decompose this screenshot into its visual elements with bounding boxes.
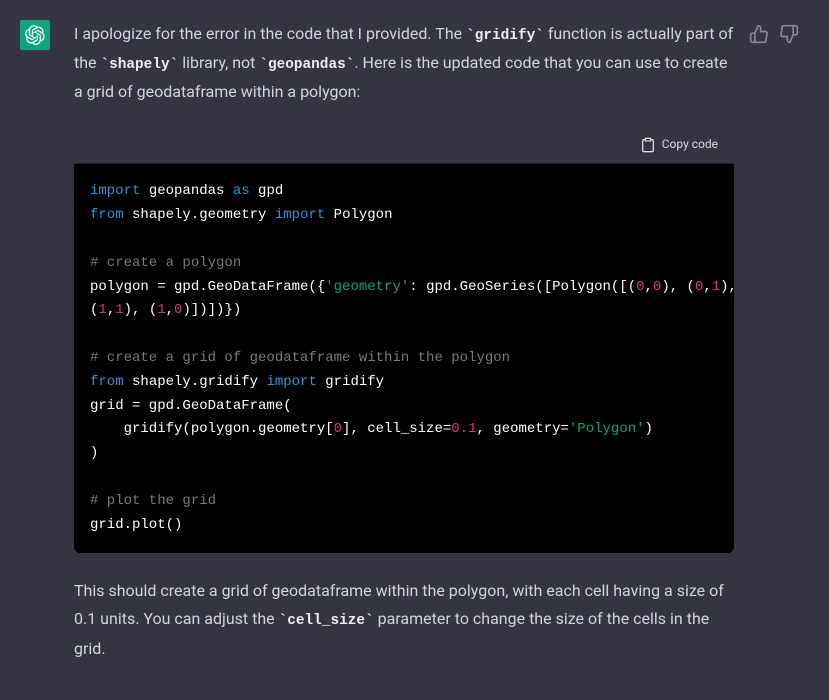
thumbs-down-icon <box>779 24 799 44</box>
tok: # plot the grid <box>90 493 216 509</box>
tok: , <box>645 279 653 295</box>
tok: , <box>703 279 711 295</box>
tok: # create a grid of geodataframe within t… <box>90 350 510 366</box>
tok: 1 <box>98 302 106 318</box>
tok: gpd <box>250 183 284 199</box>
code-block: Copy code import geopandas as gpd from s… <box>74 126 734 553</box>
tok: import <box>90 183 140 199</box>
tok: # create a polygon <box>90 255 241 271</box>
thumbs-up-icon <box>749 24 769 44</box>
tok: ) <box>645 421 653 437</box>
tok: )])])}) <box>182 302 241 318</box>
tok: 'geometry' <box>325 279 409 295</box>
tok: 0 <box>334 421 342 437</box>
tok: Polygon <box>325 207 392 223</box>
tok: , <box>107 302 115 318</box>
tok: , geometry= <box>476 421 568 437</box>
tok: geopandas <box>140 183 232 199</box>
paragraph-1: I apologize for the error in the code th… <box>74 20 734 106</box>
tok: gridify <box>317 374 384 390</box>
clipboard-icon <box>640 137 656 153</box>
prose-text: This should create a grid of geodatafram… <box>74 577 734 662</box>
inline-code-gridify: `gridify` <box>466 28 544 44</box>
tok: polygon = gpd.GeoDataFrame({ <box>90 279 325 295</box>
tok: ) <box>90 445 98 461</box>
tok: 0.1 <box>451 421 476 437</box>
text: I apologize for the error in the code th… <box>74 24 466 43</box>
tok: 0 <box>636 279 644 295</box>
feedback-buttons <box>749 24 799 44</box>
tok: grid = gpd.GeoDataFrame( <box>90 398 292 414</box>
inline-code-shapely: `shapely` <box>101 57 179 73</box>
tok: from <box>90 207 124 223</box>
tok: 1 <box>157 302 165 318</box>
thumbs-down-button[interactable] <box>779 24 799 44</box>
text: library, not <box>178 53 259 72</box>
thumbs-up-button[interactable] <box>749 24 769 44</box>
tok: ), ( <box>124 302 158 318</box>
inline-code-cellsize: `cell_size` <box>279 613 374 629</box>
tok: import <box>266 374 316 390</box>
tok: from <box>90 374 124 390</box>
tok: 1 <box>115 302 123 318</box>
tok: shapely.gridify <box>124 374 267 390</box>
code-header: Copy code <box>74 126 734 164</box>
copy-code-button[interactable]: Copy code <box>640 134 718 155</box>
assistant-message: I apologize for the error in the code th… <box>20 20 809 683</box>
prose-text: I apologize for the error in the code th… <box>74 20 734 106</box>
message-content: I apologize for the error in the code th… <box>74 20 734 683</box>
inline-code-geopandas: `geopandas` <box>259 57 354 73</box>
code-body: import geopandas as gpd from shapely.geo… <box>74 164 734 553</box>
tok: 'Polygon' <box>569 421 645 437</box>
openai-icon <box>25 25 45 45</box>
tok: ], cell_size= <box>342 421 451 437</box>
assistant-avatar <box>20 20 50 50</box>
tok: gridify(polygon.geometry[ <box>90 421 334 437</box>
tok: grid.plot() <box>90 517 182 533</box>
tok: import <box>275 207 325 223</box>
tok: : gpd.GeoSeries([Polygon([( <box>409 279 636 295</box>
tok: 1 <box>712 279 720 295</box>
tok: ), ( <box>661 279 695 295</box>
tok: , <box>166 302 174 318</box>
tok: ), <box>720 279 734 295</box>
tok: as <box>233 183 250 199</box>
paragraph-2: This should create a grid of geodatafram… <box>74 577 734 662</box>
tok: shapely.geometry <box>124 207 275 223</box>
copy-code-label: Copy code <box>662 134 718 155</box>
